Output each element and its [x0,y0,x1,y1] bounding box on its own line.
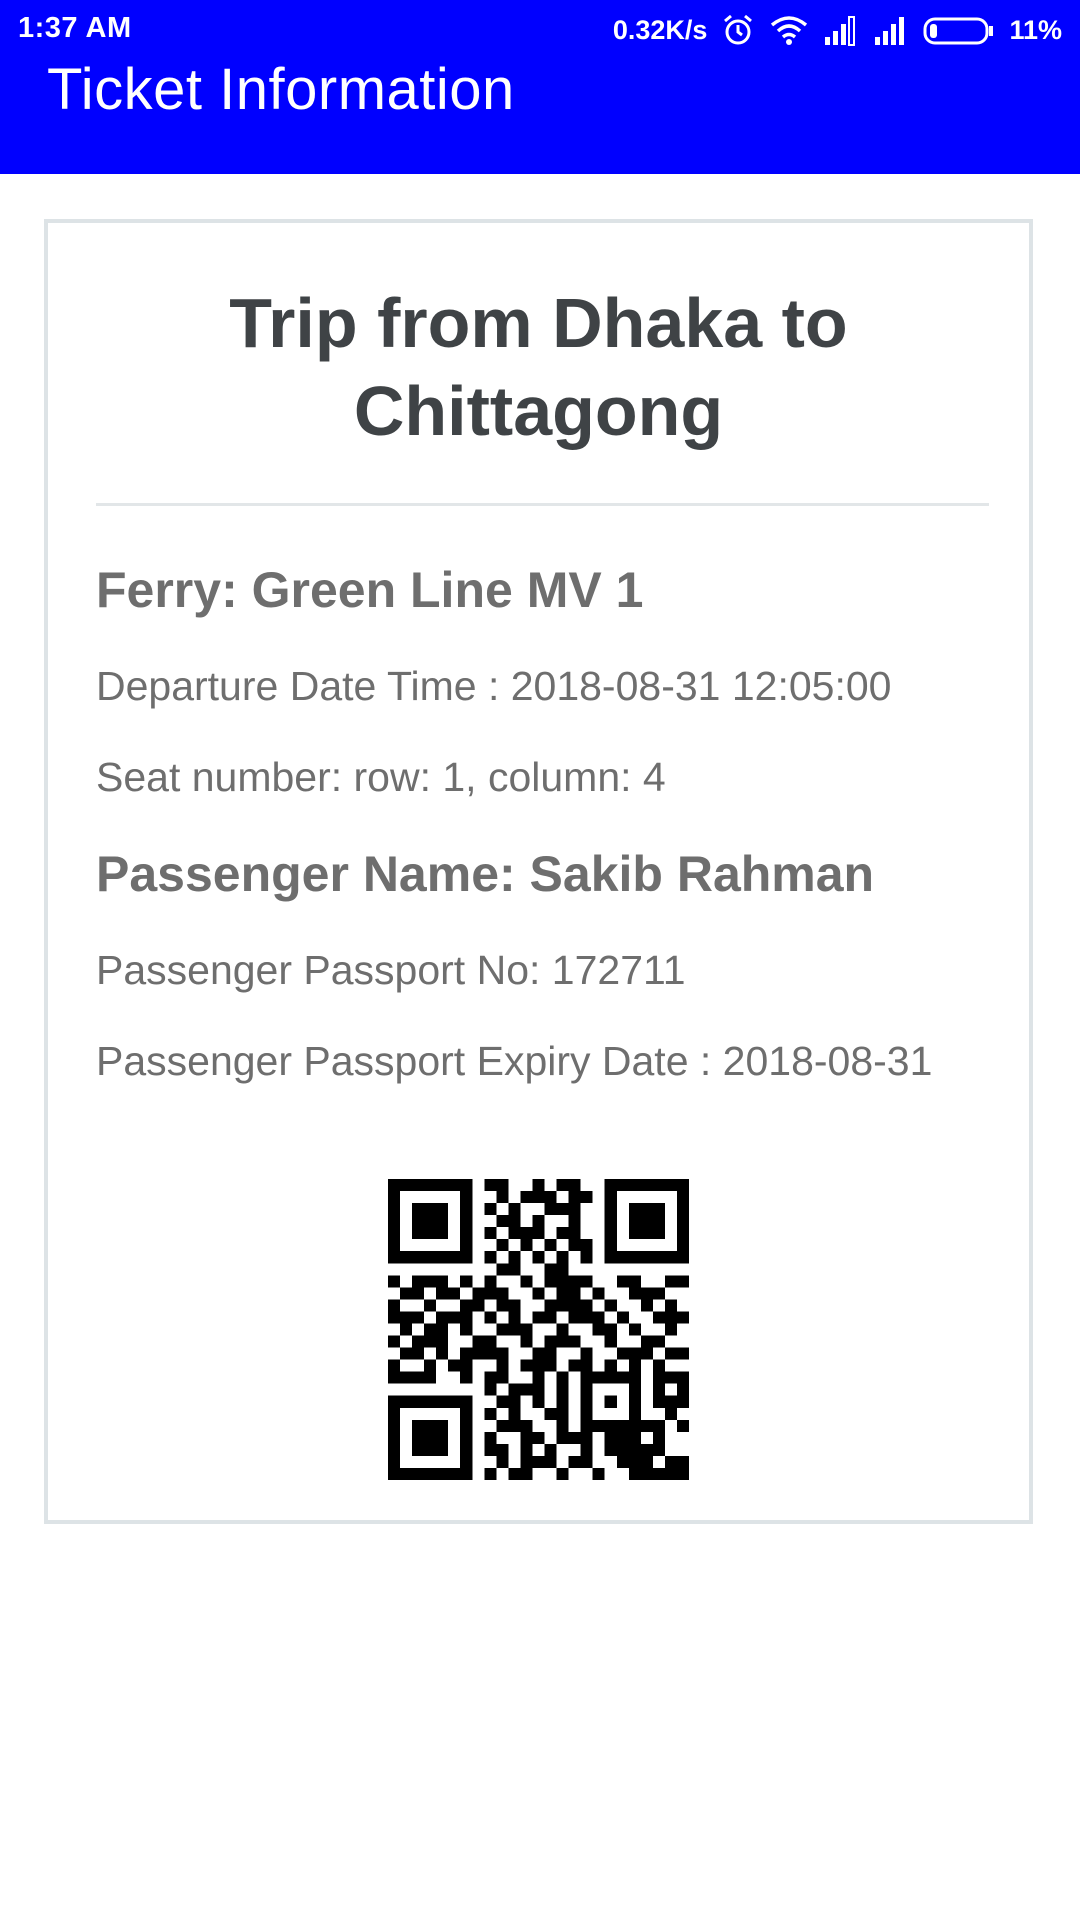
trip-title: Trip from Dhaka to Chittagong [48,279,1029,455]
passport-expiry-date: Passenger Passport Expiry Date : 2018-08… [96,1038,933,1084]
status-icons: 0.32K/s 11% [613,10,1062,50]
status-bar: 1:37 AM 0.32K/s 11% [0,0,1080,60]
signal-icon [825,16,856,46]
app-bar: 1:37 AM 0.32K/s 11% Ticket Information [0,0,1080,174]
signal-icon [875,17,905,45]
battery-icon [923,17,994,45]
alarm-icon [724,14,753,45]
ticket-card: Trip from Dhaka to Chittagong Ferry: Gre… [44,219,1033,1524]
trip-title-line-2: Chittagong [353,372,724,450]
qr-code [388,1179,689,1480]
network-speed: 0.32K/s [612,14,708,45]
battery-percentage: 11% [1009,14,1062,45]
trip-title-line-1: Trip from Dhaka to [229,284,848,362]
passenger-name: Passenger Name: Sakib Rahman [96,846,875,902]
divider [96,503,989,506]
ferry-name: Ferry: Green Line MV 1 [96,562,644,618]
wifi-icon [771,16,808,45]
page-title: Ticket Information [47,57,515,122]
status-time: 1:37 AM [18,12,132,44]
seat-number: Seat number: row: 1, column: 4 [96,754,666,800]
departure-datetime: Departure Date Time : 2018-08-31 12:05:0… [96,663,892,709]
passport-number: Passenger Passport No: 172711 [96,947,686,993]
